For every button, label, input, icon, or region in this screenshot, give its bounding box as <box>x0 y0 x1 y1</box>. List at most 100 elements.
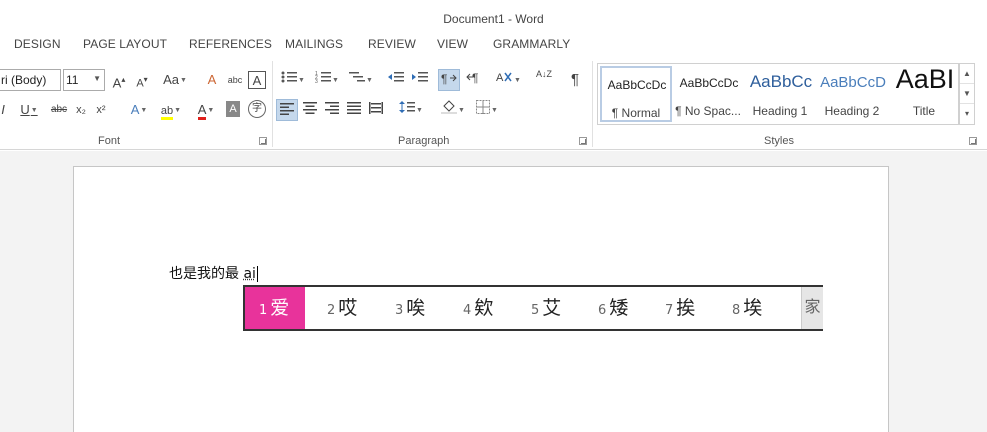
style-no-spacing[interactable]: AaBbCcDc ¶ No Spac... <box>672 66 744 122</box>
ime-candidate-2[interactable]: 2哎 <box>327 287 357 329</box>
character-shading-button[interactable]: A <box>226 101 240 117</box>
align-center-icon <box>303 102 317 114</box>
tab-references[interactable]: REFERENCES <box>189 37 272 51</box>
paragraph-dialog-launcher-icon[interactable] <box>579 137 587 145</box>
justify-icon <box>347 102 361 114</box>
enclose-characters-button[interactable]: 字 <box>248 100 266 118</box>
tab-page-layout[interactable]: PAGE LAYOUT <box>83 37 167 51</box>
show-hide-marks-button[interactable]: ¶ <box>566 69 584 91</box>
more-styles-icon[interactable]: ▾ <box>960 104 974 124</box>
shrink-font-button[interactable]: A▾ <box>133 69 151 91</box>
ribbon: ri (Body) 11 ▼ A▴ A▾ Aa▼ A abc A I U▼ ab… <box>0 57 987 150</box>
increase-indent-icon <box>412 70 428 84</box>
shading-button[interactable]: ▼ <box>438 99 468 121</box>
tab-design[interactable]: DESIGN <box>14 37 61 51</box>
ime-candidate-5[interactable]: 5艾 <box>531 287 561 329</box>
font-name-value: ri (Body) <box>1 73 46 87</box>
styles-scroll: ▲ ▼ ▾ <box>959 63 975 125</box>
style-heading-2[interactable]: AaBbCcD Heading 2 <box>816 66 888 122</box>
line-spacing-icon <box>399 100 415 114</box>
borders-icon <box>476 100 490 114</box>
text-caret <box>257 266 258 282</box>
group-divider <box>592 61 593 147</box>
styles-gallery: AaBbCcDc ¶ Normal AaBbCcDc ¶ No Spac... … <box>597 63 959 125</box>
grow-font-button[interactable]: A▴ <box>110 69 128 91</box>
title-bar: Document1 - Word <box>0 0 987 32</box>
ime-candidate-3[interactable]: 3唉 <box>395 287 425 329</box>
rtl-direction-button[interactable]: ¶ <box>464 69 484 91</box>
style-heading-1[interactable]: AaBbCc Heading 1 <box>744 66 816 122</box>
font-name-combo[interactable]: ri (Body) <box>0 69 61 91</box>
ime-candidate-window: 1爱 2哎 3唉 4欸 5艾 6矮 7挨 8埃 家 <box>243 285 823 331</box>
highlight-button[interactable]: ab▼ <box>156 99 186 121</box>
multilevel-list-button[interactable]: ▼ <box>346 69 376 91</box>
line-spacing-button[interactable]: ▼ <box>396 99 426 121</box>
distributed-icon <box>369 102 383 114</box>
ime-candidate-8[interactable]: 8埃 <box>732 287 762 329</box>
ribbon-tabs: DESIGN PAGE LAYOUT REFERENCES MAILINGS R… <box>0 33 987 57</box>
text-effects-button[interactable]: A▼ <box>124 99 154 121</box>
chevron-down-icon: ▼ <box>93 74 101 83</box>
subscript-button[interactable]: x₂ <box>73 99 89 121</box>
tab-view[interactable]: VIEW <box>437 37 468 51</box>
sort-icon: A↓Z <box>536 69 552 79</box>
clear-formatting-button[interactable]: A <box>203 69 221 91</box>
styles-dialog-launcher-icon[interactable] <box>969 137 977 145</box>
svg-text:A: A <box>496 72 504 84</box>
bullets-button[interactable]: ▼ <box>278 69 308 91</box>
bullet-list-icon <box>281 70 297 84</box>
chevron-down-icon[interactable]: ▼ <box>960 84 974 104</box>
ime-candidate-4[interactable]: 4欸 <box>463 287 493 329</box>
font-group-label: Font <box>98 135 120 147</box>
numbering-button[interactable]: 1 2 3 ▼ <box>312 69 342 91</box>
asian-layout-icon: A <box>495 70 513 84</box>
decrease-indent-button[interactable] <box>386 69 406 91</box>
superscript-button[interactable]: x² <box>93 99 109 121</box>
tab-grammarly[interactable]: GRAMMARLY <box>493 37 570 51</box>
distributed-button[interactable] <box>366 99 386 121</box>
tab-mailings[interactable]: MAILINGS <box>285 37 343 51</box>
paragraph-ltr-icon: ¶ <box>441 71 457 85</box>
paragraph-rtl-icon: ¶ <box>466 70 482 84</box>
italic-button[interactable]: I <box>0 99 8 121</box>
align-right-button[interactable] <box>322 99 342 121</box>
pilcrow-icon: ¶ <box>571 71 579 88</box>
style-title[interactable]: AaBI Title <box>888 66 960 122</box>
numbered-list-icon: 123 <box>315 70 331 84</box>
style-normal[interactable]: AaBbCcDc ¶ Normal <box>600 66 672 122</box>
window-title: Document1 - Word <box>0 12 987 26</box>
chevron-up-icon[interactable]: ▲ <box>960 64 974 84</box>
styles-group-label: Styles <box>764 135 794 147</box>
asian-layout-button[interactable]: A ▼ <box>492 69 524 91</box>
font-dialog-launcher-icon[interactable] <box>259 137 267 145</box>
svg-text:¶: ¶ <box>441 72 447 85</box>
justify-button[interactable] <box>344 99 364 121</box>
ime-next-page-button[interactable]: 家 <box>801 287 823 329</box>
ime-candidate-1[interactable]: 1爱 <box>245 287 305 329</box>
font-color-button[interactable]: A▼ <box>191 99 221 121</box>
svg-text:3: 3 <box>315 79 318 84</box>
align-left-button[interactable] <box>276 99 298 121</box>
underline-button[interactable]: U▼ <box>16 99 42 121</box>
character-border-button[interactable]: A <box>248 71 266 89</box>
phonetic-guide-button[interactable]: abc <box>226 69 244 91</box>
font-size-value: 11 <box>66 73 78 87</box>
tab-review[interactable]: REVIEW <box>368 37 416 51</box>
ime-candidate-6[interactable]: 6矮 <box>598 287 628 329</box>
group-divider <box>272 61 273 147</box>
align-left-icon <box>280 103 294 115</box>
sort-button[interactable]: A↓Z <box>534 69 554 91</box>
multilevel-list-icon <box>349 70 365 84</box>
font-size-combo[interactable]: 11 ▼ <box>63 69 105 91</box>
ime-candidate-7[interactable]: 7挨 <box>665 287 695 329</box>
document-text[interactable]: 也是我的最 ai <box>169 263 258 283</box>
ltr-direction-button[interactable]: ¶ <box>438 69 460 91</box>
decrease-indent-icon <box>388 70 404 84</box>
align-center-button[interactable] <box>300 99 320 121</box>
borders-button[interactable]: ▼ <box>472 99 502 121</box>
change-case-button[interactable]: Aa▼ <box>160 69 190 91</box>
paint-bucket-icon <box>441 100 457 114</box>
increase-indent-button[interactable] <box>410 69 430 91</box>
ime-composition: ai <box>243 266 255 282</box>
strikethrough-button[interactable]: abc <box>48 99 70 121</box>
